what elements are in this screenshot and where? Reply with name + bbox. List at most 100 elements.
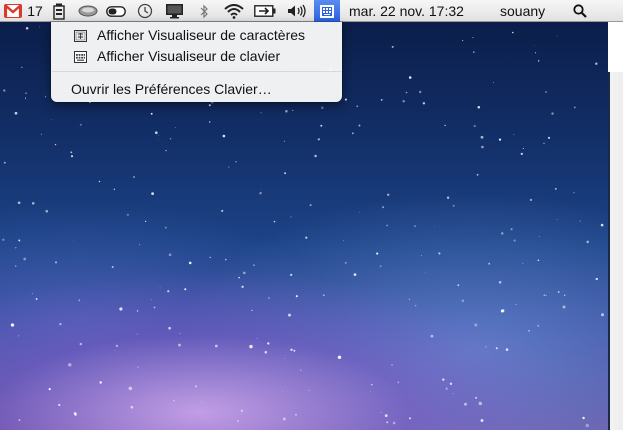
- toggle-icon[interactable]: [105, 0, 127, 22]
- wifi-icon[interactable]: [222, 0, 246, 22]
- gmail-icon[interactable]: [3, 0, 23, 22]
- star: [476, 173, 479, 176]
- star: [214, 344, 218, 348]
- gmail-unread-count[interactable]: 17: [25, 0, 45, 22]
- volume-icon[interactable]: [286, 0, 308, 22]
- star: [249, 344, 253, 349]
- star: [58, 403, 61, 407]
- input-menu-dropdown: Afficher Visualiseur de caractères Affic…: [51, 22, 342, 102]
- star: [10, 323, 15, 327]
- star: [422, 102, 426, 105]
- star: [184, 288, 187, 291]
- star: [253, 264, 255, 266]
- star: [249, 298, 251, 300]
- star: [473, 51, 475, 53]
- star: [557, 291, 560, 293]
- star: [562, 305, 566, 309]
- star: [151, 192, 155, 196]
- star: [356, 105, 358, 107]
- star: [537, 259, 540, 261]
- menu-item-character-viewer[interactable]: Afficher Visualiseur de caractères: [51, 25, 342, 45]
- star: [386, 193, 390, 197]
- menu-item-keyboard-viewer[interactable]: Afficher Visualiseur de clavier: [51, 46, 342, 66]
- star: [442, 378, 445, 381]
- star: [25, 92, 27, 94]
- star: [505, 348, 509, 351]
- star: [452, 204, 455, 207]
- menu-item-label: Afficher Visualiseur de caractères: [97, 27, 306, 43]
- star: [222, 134, 226, 138]
- disk-eye-icon[interactable]: [77, 0, 99, 22]
- star: [243, 271, 246, 275]
- star: [50, 119, 52, 120]
- star: [386, 421, 389, 424]
- star: [510, 228, 513, 231]
- star: [45, 96, 47, 98]
- window-edge-lower: [608, 72, 623, 430]
- star: [434, 225, 435, 227]
- star: [168, 326, 171, 330]
- menu-item-keyboard-preferences[interactable]: Ouvrir les Préférences Clavier…: [51, 79, 342, 99]
- menu-item-label: Afficher Visualiseur de clavier: [97, 48, 281, 64]
- menu-item-label: Ouvrir les Préférences Clavier…: [71, 81, 272, 97]
- menubar-clock[interactable]: mar. 22 nov. 17:32: [349, 0, 464, 22]
- star: [168, 253, 172, 257]
- star: [173, 399, 175, 402]
- star: [551, 112, 554, 115]
- star: [405, 91, 408, 94]
- spotlight-icon[interactable]: [570, 0, 590, 22]
- star: [188, 261, 192, 265]
- star: [290, 348, 293, 351]
- star: [359, 212, 361, 213]
- star: [391, 364, 393, 366]
- keyboard-viewer-menu-icon[interactable]: [314, 0, 340, 22]
- star: [402, 99, 405, 103]
- star: [299, 369, 302, 372]
- star: [600, 313, 605, 317]
- star: [45, 209, 49, 213]
- star: [31, 201, 35, 205]
- star: [380, 99, 383, 101]
- star: [282, 417, 286, 421]
- star: [35, 298, 38, 300]
- star: [449, 382, 453, 385]
- star: [344, 98, 347, 101]
- bluetooth-icon[interactable]: [196, 0, 212, 22]
- star: [179, 333, 181, 335]
- star: [495, 347, 498, 350]
- star: [320, 106, 324, 110]
- battery-icon[interactable]: [253, 0, 277, 22]
- menubar-user-name[interactable]: souany: [500, 0, 545, 22]
- star: [154, 131, 158, 135]
- star: [473, 124, 476, 128]
- star: [582, 416, 585, 420]
- star: [261, 188, 262, 190]
- battery-tray-icon[interactable]: [50, 0, 68, 22]
- star: [290, 216, 292, 218]
- time-machine-icon[interactable]: [135, 0, 155, 22]
- star: [344, 261, 347, 264]
- star: [31, 293, 33, 295]
- screen: 17 mar. 22 nov. 17:32 souany Afficher Vi…: [0, 0, 623, 430]
- star: [446, 196, 450, 199]
- character-viewer-icon: [74, 29, 87, 42]
- star: [480, 419, 484, 422]
- star: [130, 405, 134, 409]
- star: [139, 244, 141, 246]
- star: [126, 213, 129, 216]
- star: [563, 294, 566, 297]
- star: [79, 123, 82, 126]
- star: [221, 209, 224, 212]
- star: [144, 220, 147, 223]
- star: [70, 155, 74, 158]
- star: [543, 142, 545, 145]
- star: [39, 26, 41, 28]
- star: [40, 133, 42, 135]
- star: [595, 62, 598, 65]
- star: [529, 198, 533, 202]
- star: [418, 90, 422, 94]
- star: [119, 307, 123, 311]
- display-icon[interactable]: [163, 0, 185, 22]
- star: [337, 355, 342, 360]
- star: [408, 417, 412, 420]
